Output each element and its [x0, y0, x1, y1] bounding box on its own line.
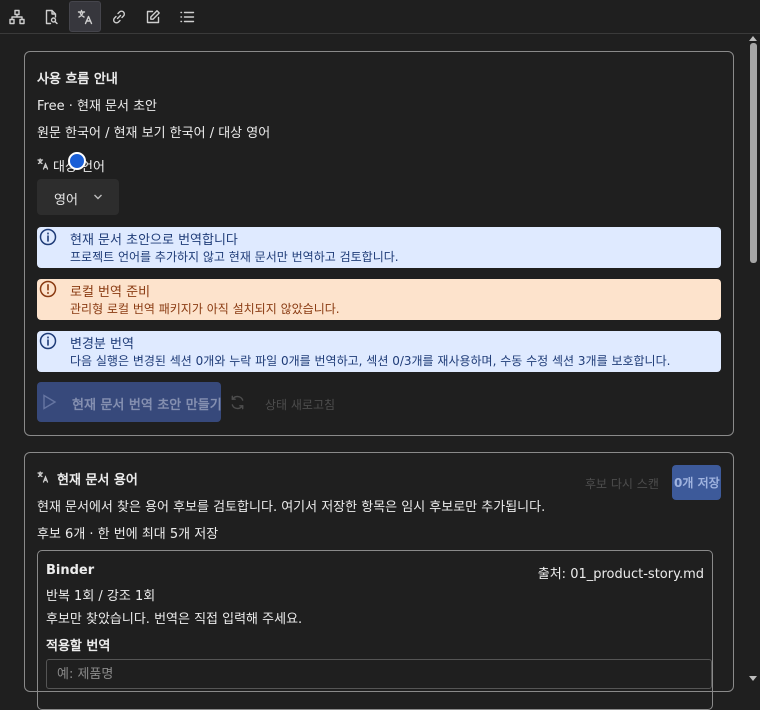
- notice-title: 현재 문서 초안으로 번역합니다: [70, 233, 238, 248]
- translate-button[interactable]: [69, 1, 101, 32]
- pointer-cursor: [68, 152, 86, 170]
- notice-title: 변경분 번역: [70, 337, 134, 352]
- save-terms-button[interactable]: 0개 저장: [672, 465, 721, 500]
- info-icon: [39, 332, 57, 350]
- plan-line: Free · 현재 문서 초안: [37, 99, 158, 114]
- translation-field[interactable]: [46, 659, 712, 689]
- term-note: 후보만 찾았습니다. 번역은 직접 입력해 주세요.: [46, 612, 303, 627]
- sitemap-icon: [9, 9, 25, 24]
- file-search-icon: [45, 9, 58, 24]
- terms-card: 현재 문서 용어 후보 다시 스캔 0개 저장 현재 문서에서 찾은 용어 후보…: [24, 452, 734, 710]
- run-translation-label: 현재 문서 번역 초안 만들기: [72, 398, 222, 413]
- scroll-down-arrow[interactable]: [749, 676, 757, 681]
- list-icon: [180, 11, 195, 22]
- term-candidate: Binder 출처: 01_product-story.md 반복 1회 / 강…: [37, 550, 713, 710]
- term-source: 출처: 01_product-story.md: [537, 567, 704, 582]
- save-terms-label: 0개 저장: [674, 476, 720, 490]
- link-icon: [112, 9, 126, 24]
- edit-icon: [146, 9, 160, 23]
- run-translation-button[interactable]: 현재 문서 번역 초안 만들기: [37, 382, 222, 422]
- term-name: Binder: [46, 563, 95, 578]
- list-button[interactable]: [171, 1, 203, 32]
- translate-icon: [77, 9, 93, 24]
- translation-field-label: 적용할 번역: [46, 639, 111, 654]
- terms-description: 현재 문서에서 찾은 용어 후보를 검토합니다. 여기서 저장한 항목은 임시 …: [37, 500, 546, 515]
- translate-icon: [37, 158, 49, 170]
- play-icon: [43, 394, 57, 410]
- draft-info-notice: 현재 문서 초안으로 번역합니다 프로젝트 언어를 추가하지 않고 현재 문서만…: [37, 227, 721, 268]
- workflow-card: 사용 흐름 안내 Free · 현재 문서 초안 원문 한국어 / 현재 보기 …: [24, 51, 734, 436]
- target-language-value: 영어: [54, 193, 78, 208]
- terms-title: 현재 문서 용어: [57, 473, 138, 488]
- info-icon: [39, 228, 57, 246]
- scrollbar[interactable]: [747, 35, 760, 684]
- link-button[interactable]: [103, 1, 135, 32]
- workflow-title: 사용 흐름 안내: [37, 72, 118, 87]
- notice-body: 프로젝트 언어를 추가하지 않고 현재 문서만 번역하고 검토합니다.: [70, 250, 399, 264]
- terms-count: 후보 6개 · 한 번에 최대 5개 저장: [37, 527, 219, 542]
- delta-translation-notice: 변경분 번역 다음 실행은 변경된 섹션 0개와 누락 파일 0개를 번역하고,…: [37, 331, 721, 372]
- notice-title: 로컬 번역 준비: [70, 285, 151, 300]
- rescan-button[interactable]: 후보 다시 스캔: [585, 475, 659, 492]
- notice-body: 관리형 로컬 번역 패키지가 아직 설치되지 않았습니다.: [70, 302, 340, 316]
- scroll-up-arrow[interactable]: [749, 36, 757, 41]
- local-translation-warning: 로컬 번역 준비 관리형 로컬 번역 패키지가 아직 설치되지 않았습니다.: [37, 279, 721, 320]
- refresh-status-button[interactable]: 상태 새로고침: [265, 396, 335, 413]
- notice-body: 다음 실행은 변경된 섹션 0개와 누락 파일 0개를 번역하고, 섹션 0/3…: [70, 354, 671, 368]
- file-search-button[interactable]: [35, 1, 67, 32]
- toolbar: [0, 0, 760, 34]
- refresh-icon[interactable]: [229, 394, 246, 411]
- scroll-thumb[interactable]: [750, 43, 757, 263]
- language-line: 원문 한국어 / 현재 보기 한국어 / 대상 영어: [37, 126, 271, 141]
- target-language-select[interactable]: 영어: [37, 179, 119, 215]
- alert-icon: [39, 280, 57, 298]
- edit-button[interactable]: [137, 1, 169, 32]
- sitemap-button[interactable]: [1, 1, 33, 32]
- translate-icon: [37, 471, 49, 483]
- term-stats: 반복 1회 / 강조 1회: [46, 589, 156, 604]
- chevron-down-icon: [94, 194, 102, 200]
